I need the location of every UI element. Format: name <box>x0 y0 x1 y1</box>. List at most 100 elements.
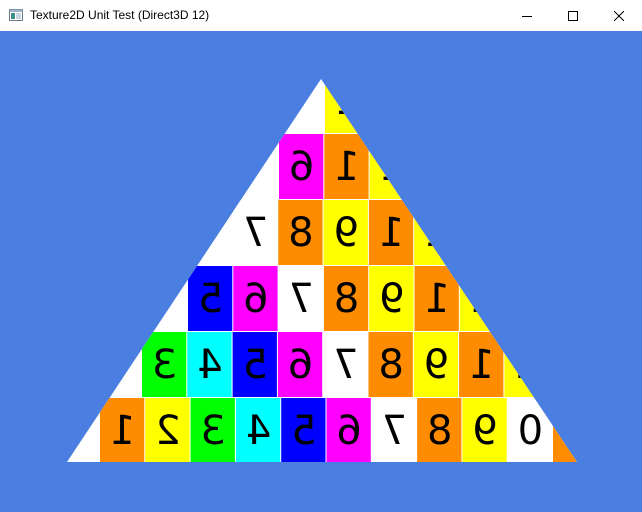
texture-tile-bg <box>598 398 642 463</box>
texture-tile: 6 <box>279 134 324 199</box>
texture-tile: 9 <box>462 398 507 462</box>
maximize-icon <box>568 10 578 21</box>
texture-tile: 9 <box>323 200 368 265</box>
texture-glyph: 8 <box>427 408 452 454</box>
texture-tile: 3 <box>414 134 460 199</box>
texture-tile: 5 <box>232 332 277 397</box>
texture-tile: 0 <box>507 398 552 462</box>
texture-glyph: 4 <box>197 342 222 388</box>
close-button[interactable] <box>596 0 642 31</box>
texture-tile: 6 <box>326 398 371 462</box>
texture-glyph: 9 <box>379 276 404 322</box>
texture-glyph: 5 <box>608 408 633 454</box>
texture-tile: 9 <box>369 266 414 331</box>
texture-tile: 1 <box>414 266 459 331</box>
texture-tile: 8 <box>417 398 462 462</box>
texture-tile-bg <box>553 398 577 462</box>
texture-glyph: 5 <box>291 408 316 454</box>
texture-glyph: 1 <box>379 210 404 256</box>
texture-glyph: 9 <box>472 408 497 454</box>
app-window: Texture2D Unit Test (Direct3D 12) 236123… <box>0 0 642 512</box>
texture-tile: 4 <box>187 332 232 397</box>
texture-tile: 1 <box>553 398 588 462</box>
texture-tile: 8 <box>278 200 323 265</box>
texture-glyph: 5 <box>243 342 268 388</box>
texture-tile: 7 <box>323 332 368 397</box>
texture-glyph: 9 <box>424 342 449 388</box>
texture-tile: 2 <box>414 200 459 265</box>
texture-tile: 3 <box>190 398 235 462</box>
texture-tile: 3 <box>370 78 415 133</box>
texture-tile: 1 <box>368 200 414 265</box>
texture-tile: 9 <box>413 332 459 397</box>
texture-tile: 5 <box>598 398 642 463</box>
texture-tile-bg <box>459 200 504 265</box>
texture-glyph: 1 <box>563 408 588 454</box>
texture-tile: 7 <box>278 266 323 331</box>
texture-tile: 2 <box>504 332 549 397</box>
texture-tile: 6 <box>277 332 323 397</box>
texture-glyph: 3 <box>152 342 177 388</box>
texture-tile: 8 <box>323 266 369 331</box>
texture-tile: 3 <box>459 200 504 265</box>
texture-glyph: 4 <box>246 408 271 454</box>
texture-glyph: 2 <box>335 78 360 124</box>
texture-glyph: 2 <box>380 144 405 190</box>
texture-tile: 3 <box>549 332 585 397</box>
texture-glyph: 6 <box>243 276 268 322</box>
texture-tile: 2 <box>369 134 414 199</box>
texture-tile: 3 <box>142 332 187 397</box>
render-viewport[interactable]: 2361237891235678912334567891231234567890… <box>0 31 642 512</box>
texture-glyph: 7 <box>289 276 314 322</box>
texture-tile: 2 <box>325 78 370 133</box>
title-bar[interactable]: Texture2D Unit Test (Direct3D 12) <box>0 0 642 31</box>
texture-glyph: 7 <box>382 408 407 454</box>
texture-tile: 7 <box>371 398 417 462</box>
close-icon <box>614 10 624 21</box>
texture-tile: 2 <box>145 398 190 462</box>
texture-glyph: 3 <box>380 78 405 124</box>
texture-tile: 3 <box>505 266 550 331</box>
texture-tile: 4 <box>235 398 281 462</box>
texture-glyph: 5 <box>198 276 223 322</box>
texture-glyph: 6 <box>288 342 313 388</box>
texture-tile: 7 <box>233 200 278 265</box>
texture-glyph: 3 <box>515 276 540 322</box>
texture-tile: 2 <box>459 266 505 331</box>
texture-glyph: 2 <box>470 276 495 322</box>
texture-glyph: 0 <box>518 408 543 454</box>
texture-glyph: 7 <box>243 210 268 256</box>
texture-glyph: 3 <box>425 144 450 190</box>
texture-glyph: 2 <box>514 342 539 388</box>
texture-glyph: 8 <box>288 210 313 256</box>
texture-glyph: 8 <box>378 342 403 388</box>
texture-tile-bg <box>370 79 415 133</box>
minimize-icon <box>522 15 532 17</box>
texture-glyph: 2 <box>424 210 449 256</box>
texture-tile: 1 <box>100 398 145 462</box>
texture-glyph: 3 <box>469 210 494 256</box>
app-window-icon <box>9 9 23 21</box>
texture-glyph: 1 <box>334 144 359 190</box>
texture-glyph: 7 <box>333 342 358 388</box>
texture-tile-bg <box>549 332 577 397</box>
texture-tile: 5 <box>281 398 326 462</box>
texture-glyph: 3 <box>560 342 585 388</box>
texture-glyph: 1 <box>110 408 135 454</box>
texture-tile-bg <box>414 134 460 199</box>
texture-glyph: 8 <box>334 276 359 322</box>
texture-glyph: 2 <box>155 408 180 454</box>
texture-tile: 6 <box>233 266 278 331</box>
texture-tile: 5 <box>188 266 233 331</box>
texture-tile-bg <box>505 266 550 331</box>
texture-glyph: 1 <box>469 342 494 388</box>
texture-tile: 1 <box>324 134 369 199</box>
maximize-button[interactable] <box>550 0 596 31</box>
texture-glyph: 9 <box>334 210 359 256</box>
texture-tile: 8 <box>368 332 413 397</box>
minimize-button[interactable] <box>504 0 550 31</box>
texture-tile: 1 <box>459 332 504 397</box>
window-title: Texture2D Unit Test (Direct3D 12) <box>30 8 210 22</box>
texture-glyph: 6 <box>336 408 361 454</box>
texture-glyph: 1 <box>424 276 449 322</box>
